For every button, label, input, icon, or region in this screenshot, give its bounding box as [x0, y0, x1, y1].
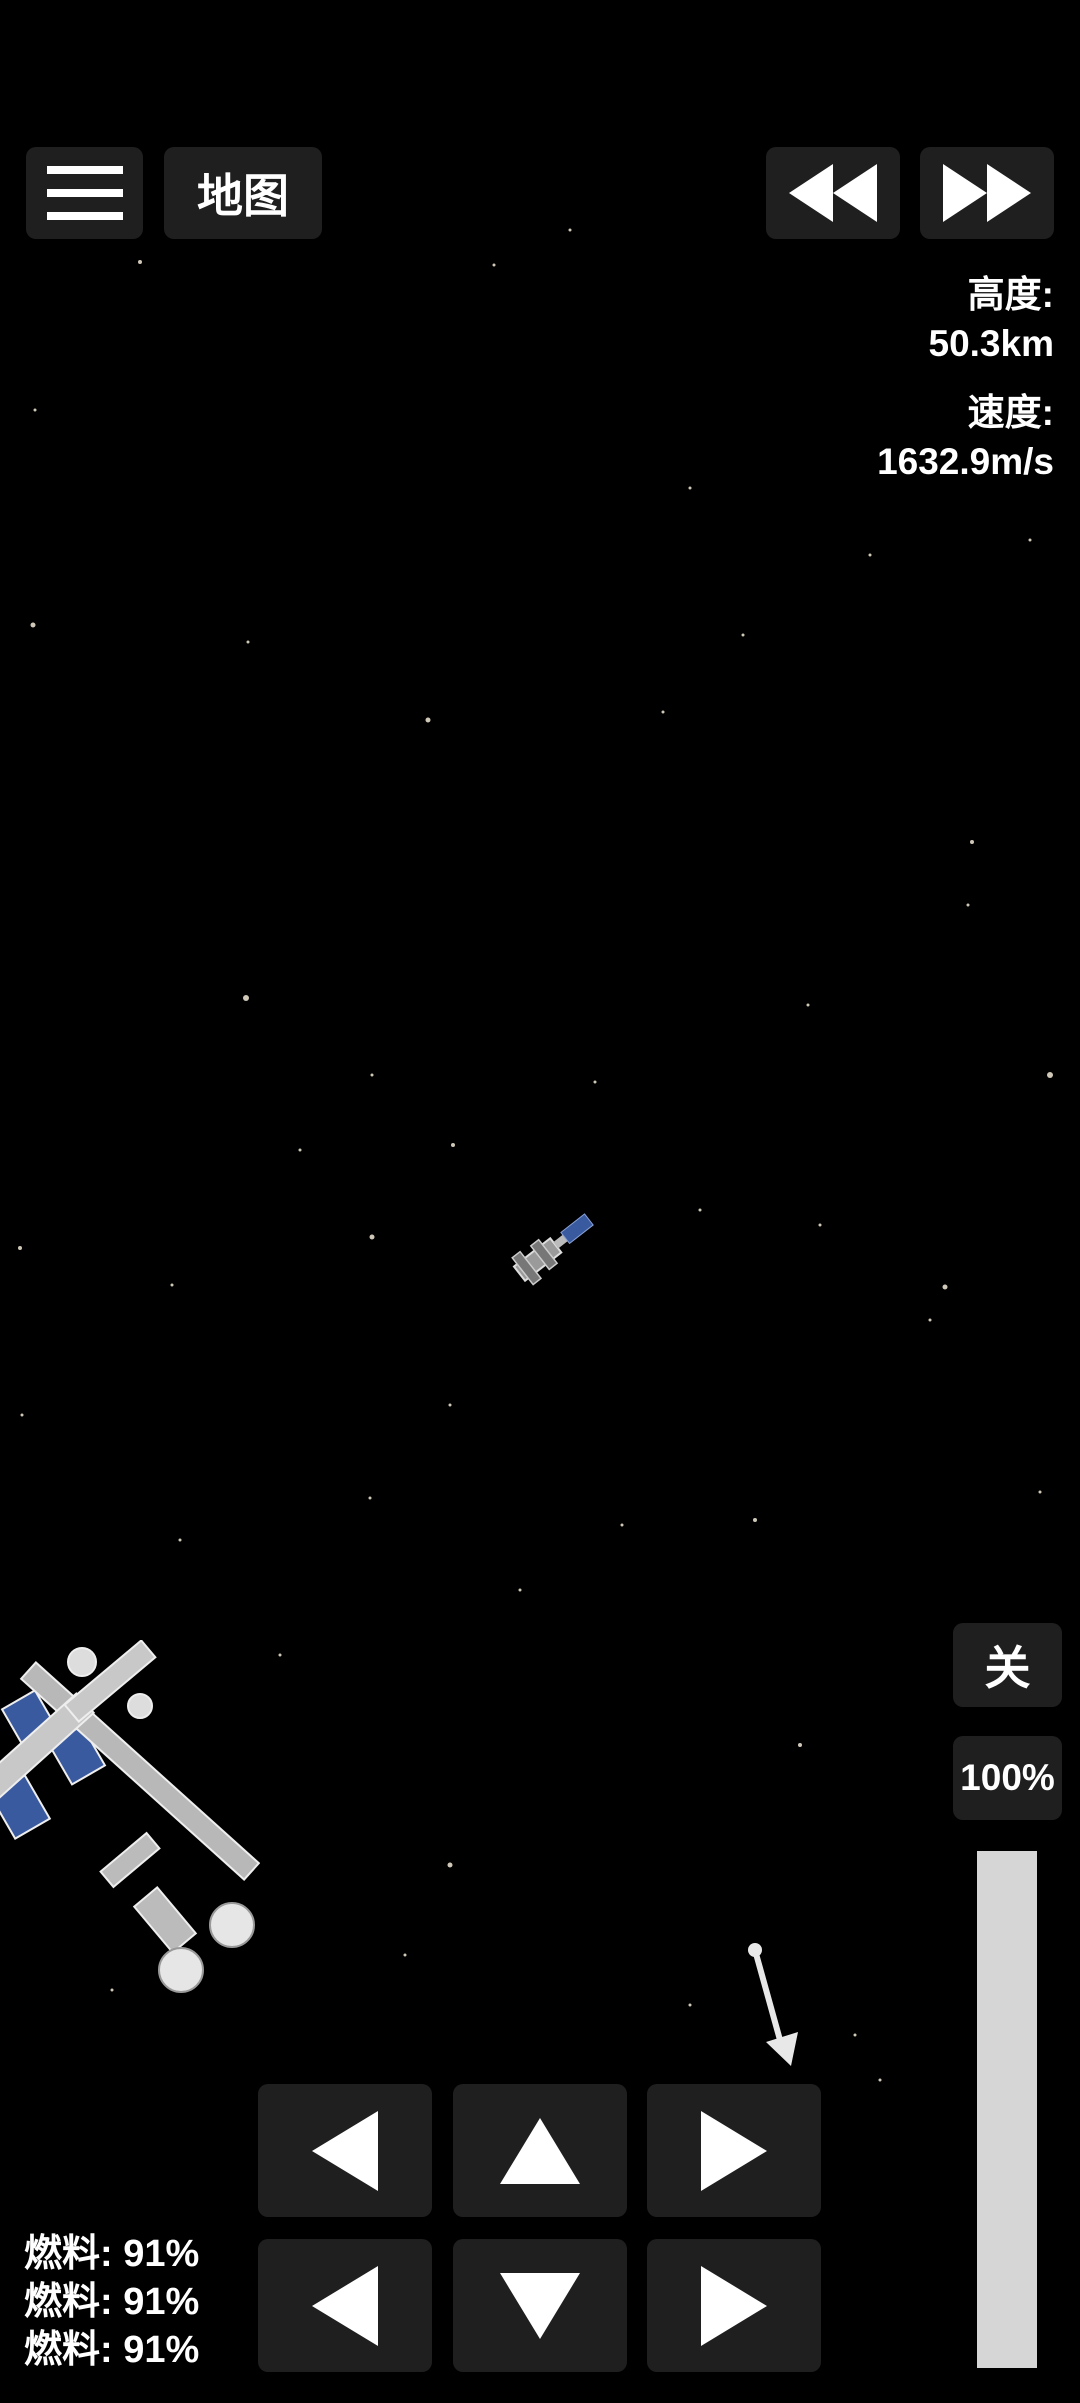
velocity-readout: 速度: 1632.9m/s [877, 388, 1054, 486]
rotate-right-button[interactable] [647, 2084, 821, 2217]
fuel-readout-list: 燃料: 91% 燃料: 91% 燃料: 91% [24, 2230, 199, 2374]
throttle-slider-fill [977, 1851, 1037, 2368]
throttle-slider[interactable] [977, 1851, 1037, 2368]
altitude-readout: 高度: 50.3km [929, 270, 1055, 368]
map-button[interactable]: 地图 [164, 147, 322, 239]
velocity-value: 1632.9m/s [877, 441, 1054, 482]
move-right-icon [701, 2265, 767, 2346]
thrust-up-icon [500, 2117, 580, 2184]
rewind-button[interactable] [766, 147, 900, 239]
thrust-down-icon [500, 2272, 580, 2339]
rewind-icon [789, 164, 877, 222]
rotate-left-icon [312, 2110, 378, 2191]
fast-forward-icon [943, 164, 1031, 222]
altitude-label: 高度: [967, 274, 1054, 315]
rotate-right-icon [701, 2110, 767, 2191]
move-right-button[interactable] [647, 2239, 821, 2372]
move-left-icon [312, 2265, 378, 2346]
throttle-percent-button[interactable]: 100% [953, 1736, 1062, 1820]
move-left-button[interactable] [258, 2239, 432, 2372]
velocity-label: 速度: [967, 392, 1054, 433]
menu-button[interactable] [26, 147, 143, 239]
fuel-readout: 燃料: 91% [24, 2329, 200, 2371]
hamburger-menu-icon [46, 166, 123, 220]
thrust-down-button[interactable] [453, 2239, 627, 2372]
fuel-readout: 燃料: 91% [24, 2233, 200, 2275]
player-spacecraft [511, 1213, 594, 1286]
thrust-up-button[interactable] [453, 2084, 627, 2217]
throttle-off-button[interactable]: 关 [953, 1623, 1062, 1707]
fuel-readout: 燃料: 91% [24, 2281, 200, 2323]
rotate-left-button[interactable] [258, 2084, 432, 2217]
space-station [0, 1640, 260, 1993]
altitude-value: 50.3km [928, 323, 1055, 364]
fast-forward-button[interactable] [920, 147, 1054, 239]
heading-indicator-arrow [748, 1943, 798, 2066]
